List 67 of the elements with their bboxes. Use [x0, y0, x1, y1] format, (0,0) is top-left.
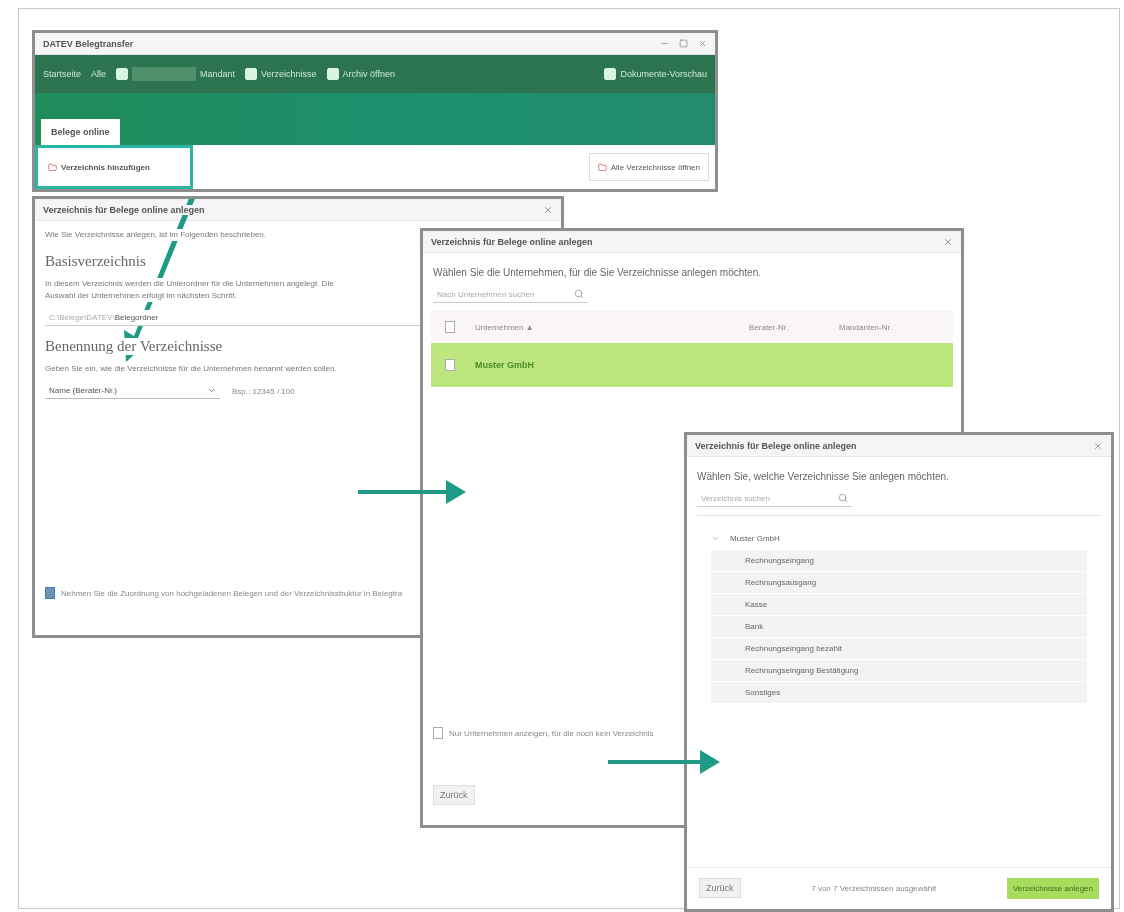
naming-select[interactable]: Name (Berater-Nr.) [45, 383, 220, 399]
tree-item-label: Bank [744, 621, 765, 633]
back-button[interactable]: Zurück [433, 785, 475, 805]
instruction-text: Wählen Sie, welche Verzeichnisse Sie anlegen möchten. [697, 471, 950, 482]
column-header[interactable]: Mandanten-Nr. [839, 322, 939, 332]
tree-item-label: Kasse [744, 599, 769, 611]
tree-item-label: Rechnungseingang [744, 555, 815, 567]
tree-item-label: Rechnungsausgang [744, 577, 818, 589]
tree-item-label: Rechnungseingang bezahlt [744, 643, 843, 655]
ribbon-button[interactable]: Alle Verzeichnisse öffnen [588, 153, 709, 181]
example-text: Bsp.: 12345 / 100 [232, 386, 295, 396]
create-button[interactable]: Verzeichnisse anlegen [1006, 878, 1099, 899]
toolbar-link[interactable]: Mandant [200, 69, 236, 79]
preview-toggle[interactable] [604, 68, 617, 80]
tree-item[interactable]: Sonstiges [711, 682, 1087, 704]
section-text: Geben Sie ein, wie die Verzeichnisse für die Unternehmen benannt werden sollen. [45, 363, 337, 375]
toolbar-marker [326, 68, 339, 80]
tree-item-label: Sonstiges [744, 687, 782, 699]
intro-text: Wie Sie Verzeichnisse anlegen, ist im Folgenden beschrieben. [45, 229, 266, 241]
toolbar-link[interactable]: Startseite [43, 69, 82, 79]
checkbox[interactable] [433, 727, 443, 739]
toolbar-marker [116, 68, 129, 80]
search-icon [838, 493, 848, 503]
tree-item-label: Rechnungseingang Bestätigung [744, 665, 860, 677]
window-title: DATEV Belegtransfer [43, 38, 134, 49]
back-button[interactable]: Zurück [699, 878, 741, 898]
close-icon[interactable] [1093, 440, 1103, 451]
section-heading: Benennung der Verzeichnisse [45, 338, 223, 355]
search-icon [574, 289, 584, 299]
checkbox-label: Nehmen Sie die Zuordnung von hochgeladenen Belegen und der Verzeichnisstruktur in Belegtra [61, 588, 403, 598]
tree-item[interactable]: Rechnungsausgang [711, 572, 1087, 594]
search-field[interactable]: Verzeichnis suchen [697, 490, 852, 507]
toggle-label: Dokumente-Vorschau [620, 69, 707, 79]
selection-status: 7 von 7 Verzeichnissen ausgewählt [811, 884, 937, 893]
close-icon[interactable] [943, 236, 953, 247]
folder-icon [48, 162, 57, 172]
instruction-text: Wählen Sie die Unternehmen, für die Sie Verzeichnisse anlegen möchten. [433, 267, 762, 278]
toolbar-link[interactable]: Alle [91, 69, 107, 79]
dropdown-caret-icon [207, 386, 216, 395]
checkbox-label: Nur Unternehmen anzeigen, für die noch kein Verzeichnis [449, 728, 654, 738]
table-cell-text: Muster GmbH [475, 360, 535, 370]
ribbon-tab[interactable]: Belege online [41, 119, 120, 145]
search-field[interactable] [132, 67, 197, 81]
toolbar-link[interactable]: Archiv öffnen [342, 69, 395, 79]
row-checkbox[interactable] [445, 359, 455, 371]
table-row[interactable]: Muster GmbH [431, 343, 953, 387]
column-header[interactable]: Berater-Nr. [749, 322, 839, 332]
toolbar-link[interactable]: Verzeichnisse [261, 69, 317, 79]
checkbox[interactable] [45, 587, 55, 599]
search-field[interactable]: Nach Unternehmen suchen [433, 286, 588, 303]
tree-item[interactable]: Rechnungseingang [711, 550, 1087, 572]
dialog-title: Verzeichnis für Belege online anlegen [695, 440, 857, 451]
close-icon[interactable] [698, 39, 707, 48]
tree-item[interactable]: Kasse [711, 594, 1087, 616]
select-all-checkbox[interactable] [445, 321, 455, 333]
tree-item[interactable]: Bank [711, 616, 1087, 638]
tree-item[interactable]: Rechnungseingang bezahlt [711, 638, 1087, 660]
dialog-title: Verzeichnis für Belege online anlegen [43, 204, 205, 215]
folder-icon [597, 162, 607, 172]
ribbon-button[interactable]: Verzeichnis hinzufügen [35, 145, 193, 189]
tree-item[interactable]: Muster GmbH [726, 531, 784, 545]
close-icon[interactable] [543, 204, 553, 215]
maximize-icon[interactable] [679, 39, 688, 48]
toolbar-marker [245, 68, 258, 80]
dialog-title: Verzeichnis für Belege online anlegen [431, 236, 593, 247]
tree-item[interactable]: Rechnungseingang Bestätigung [711, 660, 1087, 682]
column-header[interactable]: Unternehmen ▲ [475, 322, 749, 332]
